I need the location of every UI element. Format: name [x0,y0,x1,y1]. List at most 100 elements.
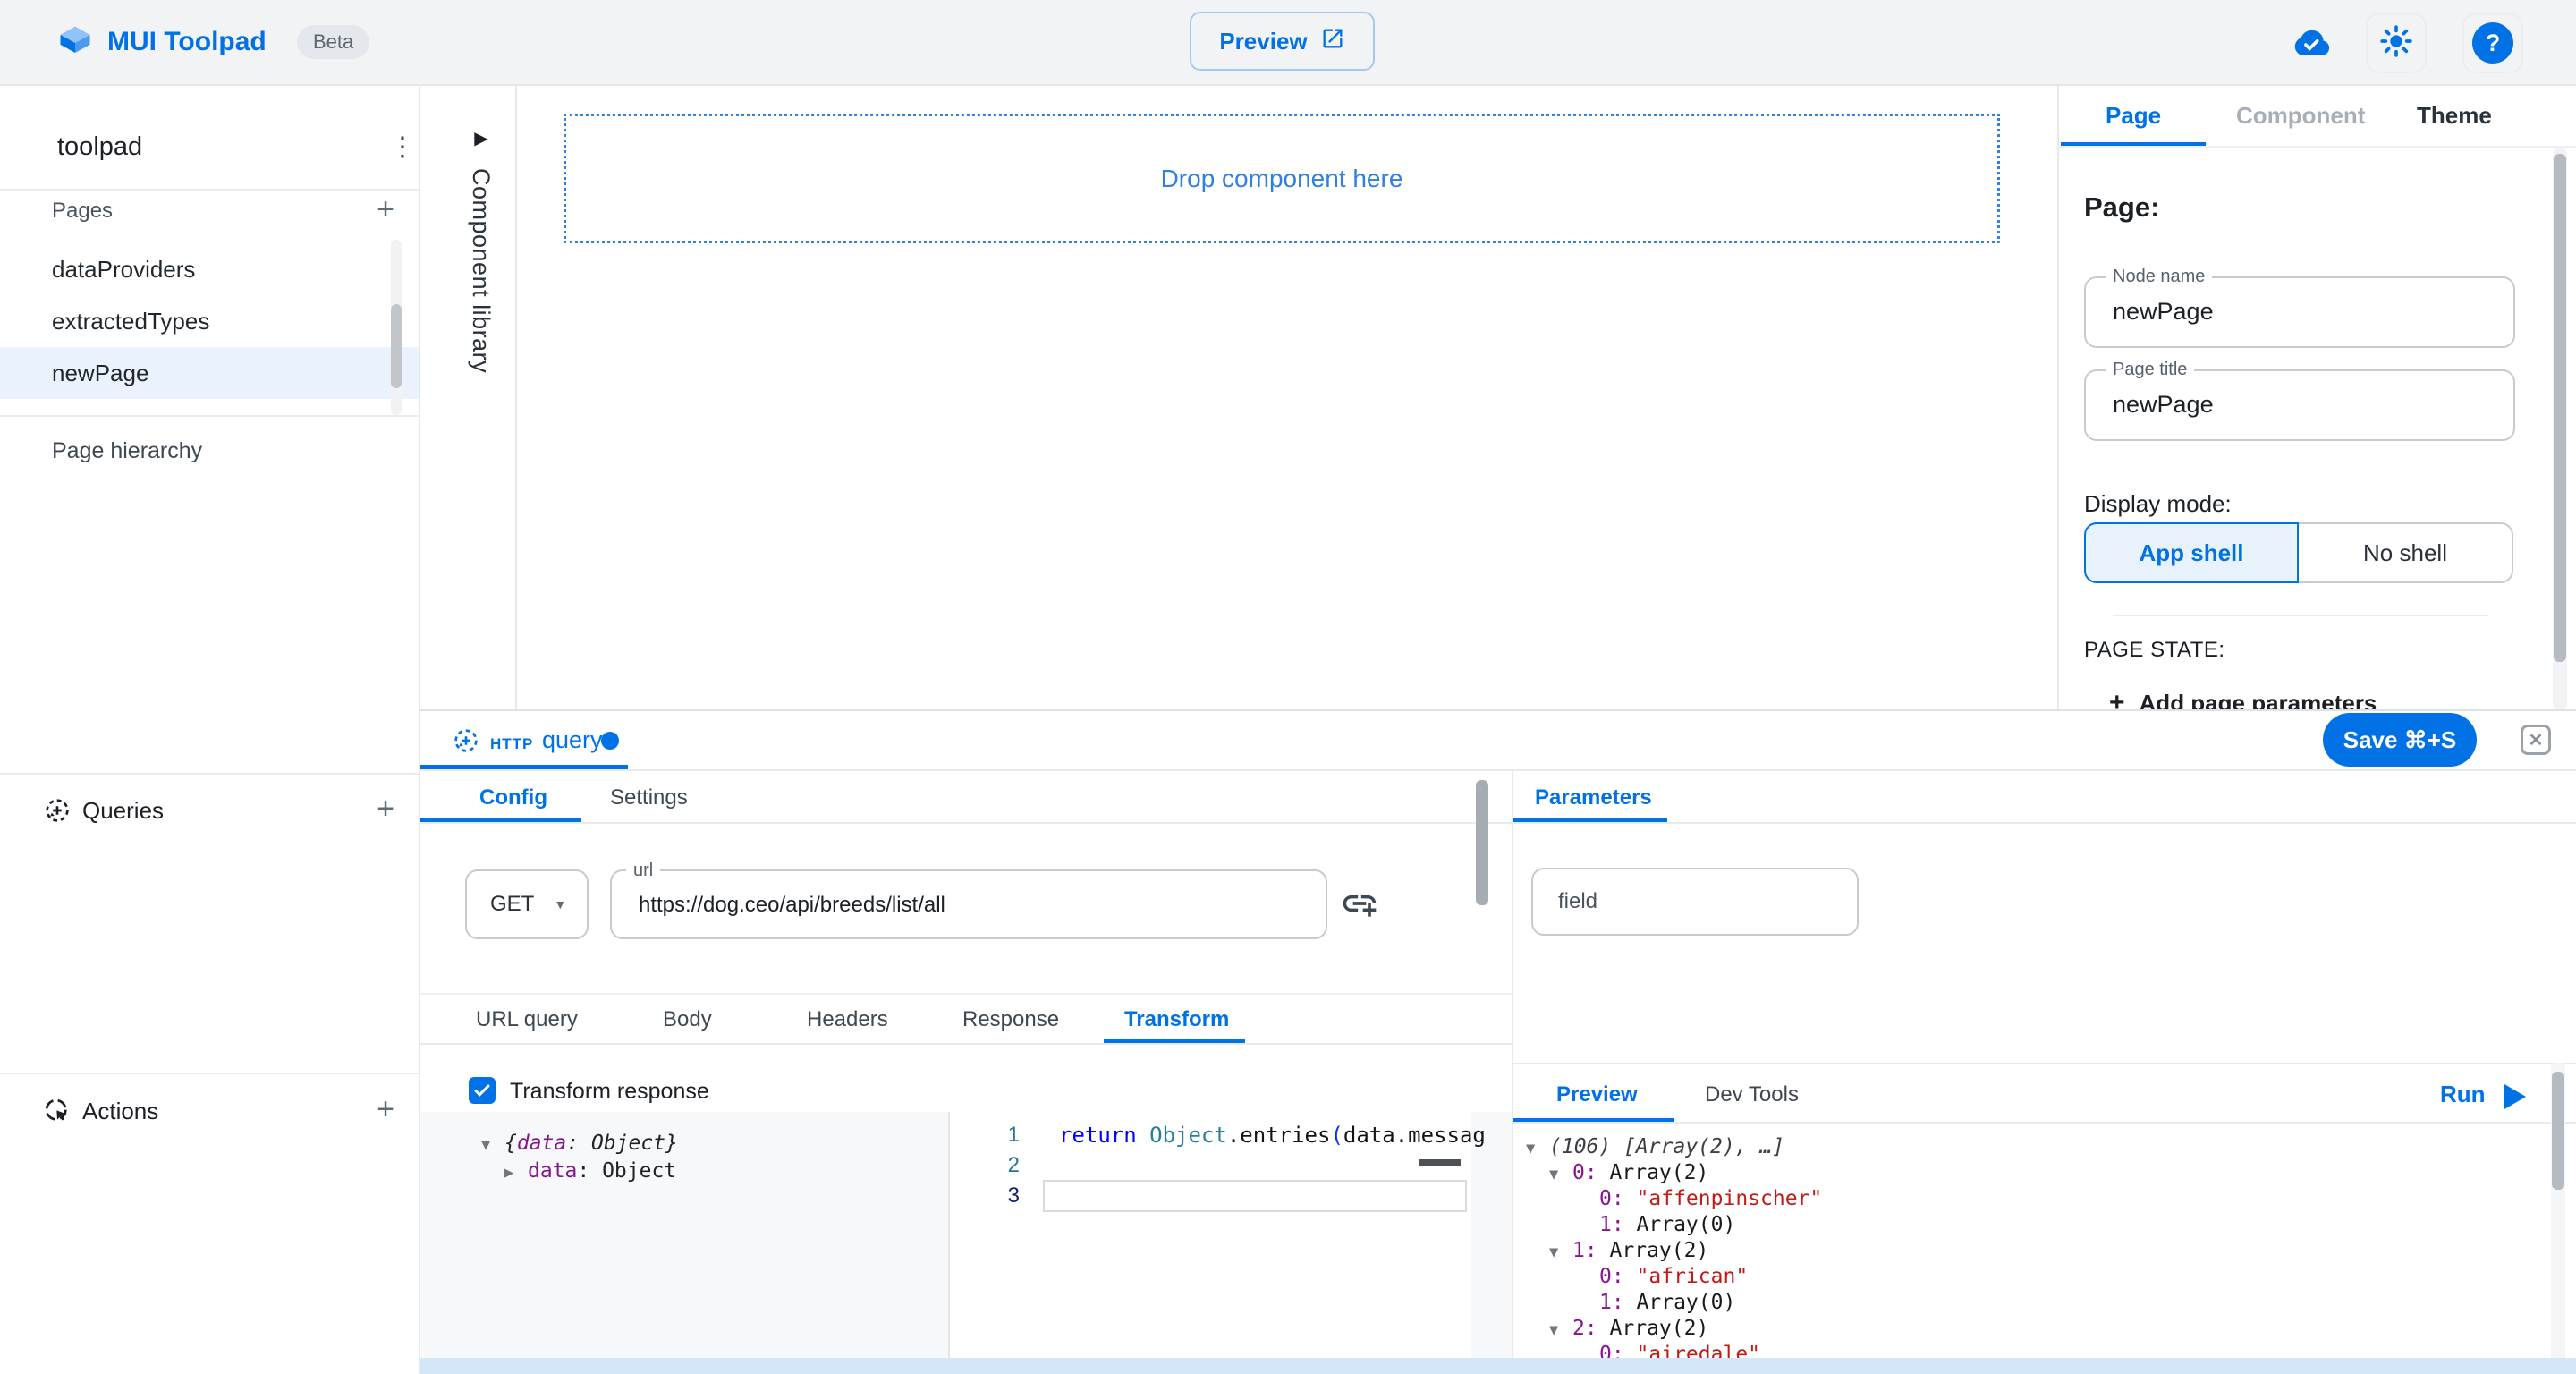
tab-config[interactable]: Config [479,785,547,810]
sidebar-divider [0,1073,419,1074]
save-button[interactable]: Save ⌘+S [2323,713,2477,767]
node-name-field[interactable]: Node name newPage [2084,276,2515,348]
tabs-border [2059,146,2576,148]
json-tree-row[interactable]: 1: Array(0) [1512,1212,2540,1238]
tree-expander-icon[interactable]: ▼ [1549,1240,1572,1266]
add-binding-link-icon[interactable] [1340,884,1379,923]
toolpad-app-window: MUI Toolpad Beta Preview ? toolpad ⋮ Pag… [0,0,2576,1374]
code-token: ( [1330,1123,1343,1148]
help-button[interactable]: ? [2462,13,2523,73]
add-action-button[interactable]: + [369,1093,402,1125]
preview-button[interactable]: Preview [1190,12,1375,71]
editor-current-line [1043,1180,1467,1212]
parameter-field-value: field [1558,889,1597,914]
pages-scrollbar-thumb[interactable] [391,304,402,388]
pages-section-label: Pages [52,199,113,224]
add-page-button[interactable]: + [369,193,402,225]
tab-page[interactable]: Page [2106,102,2161,130]
add-query-button[interactable]: + [369,793,402,825]
json-tree-row[interactable]: ▼0: Array(2) [1512,1160,2540,1186]
run-button[interactable]: Run [2440,1081,2486,1108]
json-tree-row[interactable]: 0: "airedale" [1512,1342,2540,1360]
unsaved-changes-dot [601,732,619,750]
json-tree-row[interactable]: ▼1: Array(2) [1512,1238,2540,1264]
sidebar-item-page[interactable]: extractedTypes [0,295,419,347]
cloud-sync-status-icon [2286,24,2336,64]
tab-transform[interactable]: Transform [1124,1007,1229,1032]
tab-preview[interactable]: Preview [1556,1082,1638,1107]
http-method-select[interactable]: GET ▼ [465,869,589,939]
json-value: "african" [1637,1265,1749,1288]
url-input[interactable]: url https://dog.ceo/api/breeds/list/all [610,869,1327,939]
query-tab-indicator [420,765,628,769]
tab-parameters[interactable]: Parameters [1535,785,1652,810]
tab-settings[interactable]: Settings [610,785,688,810]
transform-response-checkbox[interactable] [469,1077,496,1104]
display-mode-app-shell-button[interactable]: App shell [2084,522,2299,583]
json-tree-row[interactable]: 0: "african" [1512,1264,2540,1290]
code-token: data.messag [1343,1123,1486,1148]
tab-component[interactable]: Component [2236,102,2365,130]
page-label: extractedTypes [52,308,209,335]
json-key: 1: [1572,1239,1610,1262]
tab-body[interactable]: Body [663,1007,712,1032]
help-icon: ? [2472,22,2513,64]
queries-section-label: Queries [82,797,164,825]
query-tab[interactable]: query [542,726,603,754]
sidebar-item-page[interactable]: newPage [0,347,419,399]
parameter-field-input[interactable]: field [1531,868,1859,936]
add-page-parameters-button[interactable]: + Add page parameters [2109,688,2377,709]
tab-dev-tools[interactable]: Dev Tools [1705,1082,1799,1107]
app-title: MUI Toolpad [107,27,267,57]
preview-button-label: Preview [1219,28,1307,55]
json-tree-row[interactable]: 0: "affenpinscher" [1512,1186,2540,1212]
close-panel-button[interactable]: ✕ [2521,725,2551,755]
scope-tree-root: ▼{data: Object} [481,1132,678,1155]
actions-icon [43,1097,72,1125]
component-library-label[interactable]: Component library [467,168,495,373]
project-menu-button[interactable]: ⋮ [383,127,422,166]
line-number-2: 2 [950,1150,1020,1181]
json-tree-row[interactable]: 1: Array(0) [1512,1290,2540,1316]
component-library-expand-icon[interactable]: ▶ [463,120,499,156]
config-tabs-border [420,822,1512,824]
theme-toggle-button[interactable] [2366,13,2427,73]
json-key: 0: [1572,1161,1610,1184]
toolpad-logo-icon [55,23,95,63]
display-mode-no-shell-button[interactable]: No shell [2299,522,2513,583]
json-key: 0: [1599,1187,1637,1210]
json-tree-row[interactable]: ▼2: Array(2) [1512,1316,2540,1342]
query-tabs-border [420,769,2576,771]
add-page-parameters-label: Add page parameters [2140,690,2377,710]
query-kind-label: HTTP [490,735,533,753]
json-value: Array(2) [1610,1161,1709,1184]
tab-response[interactable]: Response [962,1007,1059,1032]
json-key: 0: [1599,1265,1637,1288]
code-token: Object [1149,1123,1227,1148]
sidebar-item-page[interactable]: dataProviders [0,243,419,295]
scope-child-key: data [528,1159,577,1183]
run-play-icon[interactable] [2504,1084,2526,1109]
tab-headers[interactable]: Headers [807,1007,888,1032]
inspector-scrollbar-thumb[interactable] [2554,154,2566,662]
editor-overview-mark [1419,1159,1461,1166]
json-tree-row[interactable]: ▼(106) [Array(2), …] [1512,1134,2540,1160]
tree-expander-icon[interactable]: ▼ [1549,1318,1572,1344]
preview-scrollbar-thumb[interactable] [2552,1072,2564,1190]
horizontal-scrollbar[interactable] [420,1358,2576,1374]
config-scrollbar-thumb[interactable] [1476,780,1488,905]
tab-theme[interactable]: Theme [2417,102,2492,130]
tab-url-query[interactable]: URL query [476,1007,578,1032]
node-name-label: Node name [2106,267,2212,287]
tree-expander-icon[interactable]: ▼ [1526,1136,1549,1162]
code-token: .entries [1227,1123,1331,1148]
triangle-right-icon[interactable]: ▶ [504,1164,528,1182]
canvas-dropzone[interactable]: Drop component here [564,114,2000,243]
page-hierarchy-label[interactable]: Page hierarchy [52,438,202,464]
code-editor[interactable]: 1 2 3 return Object.entries(data.messag [948,1112,1471,1358]
triangle-down-icon[interactable]: ▼ [481,1136,504,1154]
page-title-field[interactable]: Page title newPage [2084,369,2515,441]
sidebar-divider [0,773,419,775]
tree-expander-icon[interactable]: ▼ [1549,1162,1572,1188]
page-title-label: Page title [2106,360,2194,380]
